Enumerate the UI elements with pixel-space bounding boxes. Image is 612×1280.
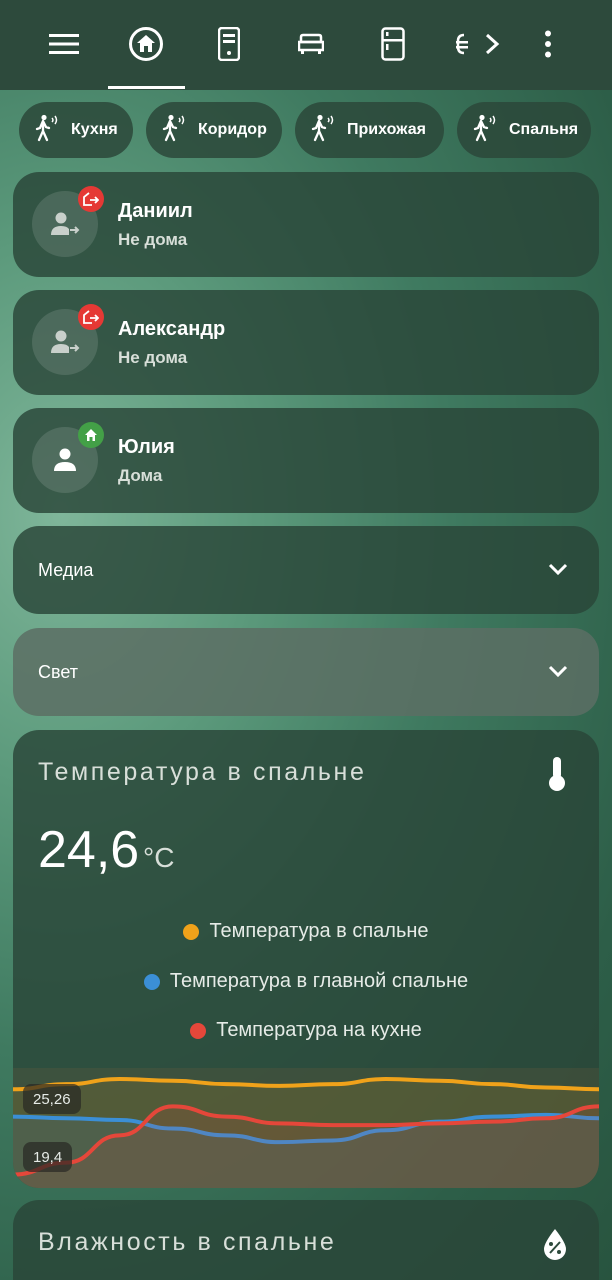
legend-dot	[190, 1022, 207, 1039]
away-badge-icon	[78, 186, 104, 212]
chip-label: Кухня	[71, 121, 118, 138]
motion-sensor-icon	[309, 113, 339, 148]
chip-hallway[interactable]: Прихожая	[295, 102, 444, 158]
person-status: Дома	[118, 466, 163, 485]
section-label: Свет	[38, 662, 79, 682]
chevron-down-icon[interactable]	[547, 558, 569, 585]
temperature-card[interactable]: Температура в спальне 24,6 °C Температур…	[13, 730, 599, 1188]
chevron-down-icon[interactable]	[547, 660, 569, 687]
legend-label: Температура в главной спальне	[169, 970, 469, 992]
section-label: Медиа	[38, 560, 94, 580]
home-icon[interactable]	[124, 22, 168, 66]
chip-label: Коридор	[198, 121, 267, 138]
person-status: Не дома	[118, 348, 188, 367]
home-badge-icon	[78, 422, 104, 448]
legend-item[interactable]: Температура на кухне	[13, 1019, 599, 1042]
legend-label: Температура на кухне	[216, 1019, 422, 1041]
legend-item[interactable]: Температура в спальне	[13, 920, 599, 943]
person-status: Не дома	[118, 230, 188, 249]
legend-dot	[143, 973, 160, 990]
menu-icon[interactable]	[42, 22, 86, 66]
top-app-bar	[0, 0, 612, 90]
motion-sensor-icon	[471, 113, 501, 148]
chip-corridor[interactable]: Коридор	[146, 102, 282, 158]
chart-max-label: 25,26	[23, 1084, 81, 1114]
section-light[interactable]: Свет	[13, 628, 599, 716]
away-badge-icon	[78, 304, 104, 330]
legend-item[interactable]: Температура в главной спальне	[13, 970, 599, 993]
legend-label: Температура в спальне	[209, 920, 429, 942]
humidity-card[interactable]: Влажность в спальне	[13, 1200, 599, 1280]
card-title: Температура в спальне	[38, 758, 367, 786]
section-media[interactable]: Медиа	[13, 526, 599, 614]
chip-kitchen[interactable]: Кухня	[19, 102, 133, 158]
temperature-chart[interactable]	[13, 1068, 599, 1188]
chevron-right-icon[interactable]	[472, 22, 512, 66]
fridge-icon[interactable]	[371, 22, 415, 66]
water-percent-icon	[543, 1228, 567, 1265]
area-chips: Кухня Коридор Прихожая Спальня	[0, 102, 612, 158]
person-card-alexander[interactable]: Александр Не дома	[13, 290, 599, 395]
motion-sensor-icon	[160, 113, 190, 148]
person-card-yulia[interactable]: Юлия Дома	[13, 408, 599, 513]
person-name: Юлия	[118, 436, 175, 458]
person-card-daniil[interactable]: Даниил Не дома	[13, 172, 599, 277]
legend-dot	[183, 923, 200, 940]
person-name: Александр	[118, 318, 226, 340]
chip-label: Прихожая	[347, 121, 426, 138]
active-tab-indicator	[108, 86, 185, 89]
server-icon[interactable]	[207, 22, 251, 66]
person-name: Даниил	[118, 200, 193, 222]
card-title: Влажность в спальне	[38, 1228, 337, 1256]
thermometer-icon	[547, 756, 567, 797]
temperature-value: 24,6	[38, 821, 140, 879]
more-vert-icon[interactable]	[526, 22, 570, 66]
chip-bedroom[interactable]: Спальня	[457, 102, 591, 158]
chart-min-label: 19,4	[23, 1142, 73, 1172]
motion-sensor-icon	[33, 113, 63, 148]
chip-label: Спальня	[509, 121, 579, 138]
temperature-unit: °C	[143, 842, 175, 873]
tab-partial-icon[interactable]	[450, 22, 474, 66]
sofa-icon[interactable]	[289, 22, 333, 66]
